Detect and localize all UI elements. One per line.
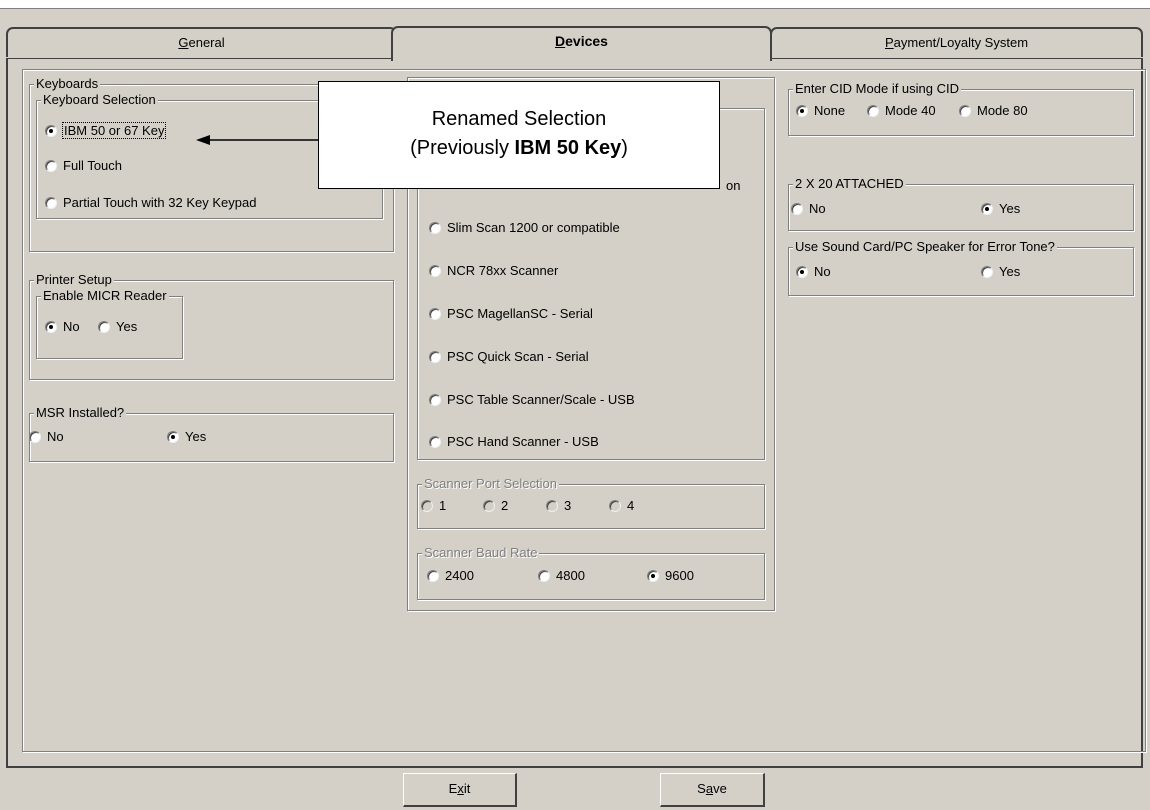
callout-arrow-icon bbox=[196, 135, 318, 145]
